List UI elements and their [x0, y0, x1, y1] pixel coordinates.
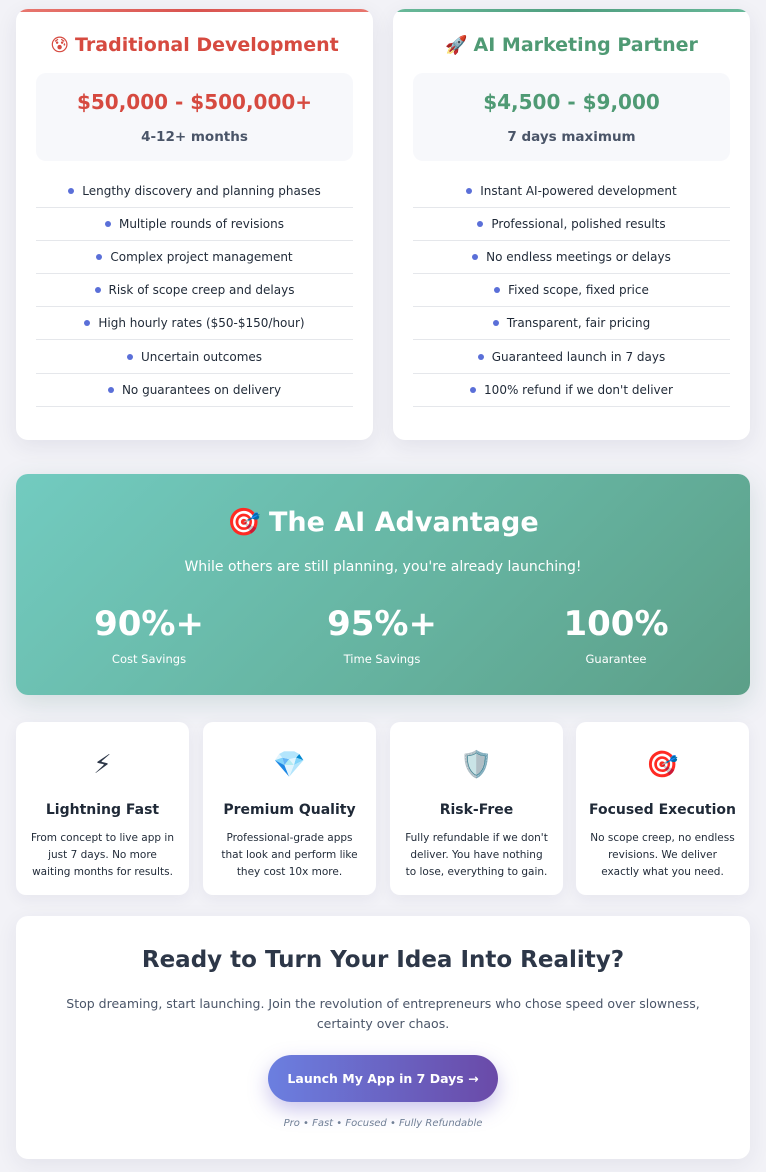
bullet-icon — [104, 221, 111, 228]
benefit-description: Fully refundable if we don't deliver. Yo… — [405, 832, 548, 878]
rocket-icon: 🚀 — [445, 34, 468, 56]
bullet-icon — [477, 221, 484, 228]
feature-text: High hourly rates ($50-$150/hour) — [98, 316, 305, 331]
benefit-title: Risk-Free — [439, 802, 514, 818]
bullet-icon — [472, 254, 479, 261]
stat-label: Cost Savings — [111, 652, 187, 666]
feature-text: Complex project management — [110, 250, 293, 265]
bullet-icon — [466, 188, 473, 195]
stat-cost-savings: 90%+ Cost Savings — [49, 604, 249, 666]
bullet-icon — [94, 287, 101, 294]
feature-text: Risk of scope creep and delays — [108, 283, 295, 298]
advantage-subtitle: While others are still planning, you're … — [184, 559, 582, 575]
list-item: No guarantees on delivery — [36, 374, 353, 407]
feature-text: 100% refund if we don't deliver — [484, 382, 673, 397]
anxious-face-icon: 😰 — [50, 34, 70, 56]
ai-card-accent-bar — [393, 9, 750, 12]
gem-icon: 💎 — [273, 750, 306, 780]
launch-app-button[interactable]: Launch My App in 7 Days → — [268, 1055, 498, 1102]
feature-text: Professional, polished results — [491, 217, 666, 232]
ai-card-title: 🚀 AI Marketing Partner — [393, 31, 750, 59]
list-item: Professional, polished results — [413, 208, 730, 242]
shield-icon: 🛡️ — [460, 750, 493, 780]
traditional-price: $50,000 - $500,000+ — [76, 90, 313, 114]
bullet-icon — [68, 188, 75, 195]
bullet-icon — [492, 320, 499, 327]
list-item: Risk of scope creep and delays — [36, 274, 353, 308]
stat-value: 100% — [563, 604, 669, 644]
stat-time-savings: 95%+ Time Savings — [282, 604, 482, 666]
traditional-duration: 4-12+ months — [141, 129, 248, 145]
benefit-title: Premium Quality — [223, 802, 356, 818]
ai-advantage-banner: 🎯 The AI Advantage While others are stil… — [16, 474, 750, 695]
feature-text: No endless meetings or delays — [486, 250, 671, 265]
list-item: Guaranteed launch in 7 days — [413, 340, 730, 374]
stat-guarantee: 100% Guarantee — [516, 604, 716, 666]
traditional-feature-list: Lengthy discovery and planning phases Mu… — [36, 175, 353, 407]
lightning-icon: ⚡ — [93, 750, 112, 780]
target-icon: 🎯 — [646, 750, 679, 780]
ai-price-box: $4,500 - $9,000 7 days maximum — [413, 73, 730, 161]
list-item: Uncertain outcomes — [36, 340, 353, 374]
bullet-icon — [494, 287, 501, 294]
list-item: Lengthy discovery and planning phases — [36, 175, 353, 209]
list-item: 100% refund if we don't deliver — [413, 374, 730, 407]
stat-label: Time Savings — [343, 652, 421, 666]
feature-text: Instant AI-powered development — [480, 184, 677, 199]
stat-label: Guarantee — [585, 652, 647, 666]
feature-text: Guaranteed launch in 7 days — [491, 349, 666, 364]
ai-price: $4,500 - $9,000 — [483, 90, 660, 114]
ai-title-text: AI Marketing Partner — [473, 34, 698, 56]
stat-value: 95%+ — [327, 604, 437, 644]
bullet-icon — [84, 320, 91, 327]
ai-feature-list: Instant AI-powered development Professio… — [413, 175, 730, 407]
list-item: No endless meetings or delays — [413, 241, 730, 275]
list-item: Multiple rounds of revisions — [36, 208, 353, 242]
traditional-card-accent-bar — [16, 9, 373, 12]
feature-text: Multiple rounds of revisions — [118, 217, 285, 232]
list-item: Fixed scope, fixed price — [413, 274, 730, 308]
target-icon: 🎯 — [227, 507, 261, 538]
comparison-section: 😰 Traditional Development $50,000 - $500… — [16, 9, 750, 440]
bullet-icon — [107, 386, 114, 393]
cta-section: Ready to Turn Your Idea Into Reality? St… — [16, 916, 750, 1159]
bullet-icon — [126, 353, 133, 360]
benefit-title: Lightning Fast — [45, 802, 160, 818]
bullet-icon — [470, 386, 477, 393]
benefit-title: Focused Execution — [588, 802, 737, 818]
benefit-description: No scope creep, no endless revisions. We… — [590, 832, 735, 878]
traditional-card-title: 😰 Traditional Development — [16, 31, 373, 59]
benefit-description: Professional-grade apps that look and pe… — [221, 832, 358, 878]
feature-text: Lengthy discovery and planning phases — [82, 184, 321, 199]
advantage-title-text: The AI Advantage — [268, 506, 539, 538]
ai-duration: 7 days maximum — [507, 129, 636, 145]
feature-text: Fixed scope, fixed price — [508, 283, 649, 298]
bullet-icon — [96, 254, 103, 261]
benefit-risk-free: 🛡️ Risk-Free Fully refundable if we don'… — [390, 722, 563, 895]
traditional-card: 😰 Traditional Development $50,000 - $500… — [16, 9, 373, 440]
list-item: High hourly rates ($50-$150/hour) — [36, 307, 353, 341]
advantage-title: 🎯 The AI Advantage — [16, 506, 750, 539]
traditional-price-box: $50,000 - $500,000+ 4-12+ months — [36, 73, 353, 161]
benefit-lightning-fast: ⚡ Lightning Fast From concept to live ap… — [16, 722, 189, 895]
benefit-description: From concept to live app in just 7 days.… — [31, 832, 174, 878]
list-item: Transparent, fair pricing — [413, 307, 730, 341]
benefit-focused-execution: 🎯 Focused Execution No scope creep, no e… — [576, 722, 749, 895]
cta-title: Ready to Turn Your Idea Into Reality? — [141, 947, 625, 973]
list-item: Instant AI-powered development — [413, 175, 730, 209]
feature-text: Transparent, fair pricing — [506, 316, 651, 331]
cta-text: Stop dreaming, start launching. Join the… — [66, 996, 700, 1031]
list-item: Complex project management — [36, 241, 353, 275]
cta-footnote: Pro • Fast • Focused • Fully Refundable — [283, 1118, 483, 1129]
feature-text: Uncertain outcomes — [140, 349, 263, 364]
traditional-title-text: Traditional Development — [75, 34, 339, 56]
bullet-icon — [477, 353, 484, 360]
ai-partner-card: 🚀 AI Marketing Partner $4,500 - $9,000 7… — [393, 9, 750, 440]
feature-text: No guarantees on delivery — [121, 382, 282, 397]
benefit-premium-quality: 💎 Premium Quality Professional-grade app… — [203, 722, 376, 895]
stat-value: 90%+ — [94, 604, 204, 644]
